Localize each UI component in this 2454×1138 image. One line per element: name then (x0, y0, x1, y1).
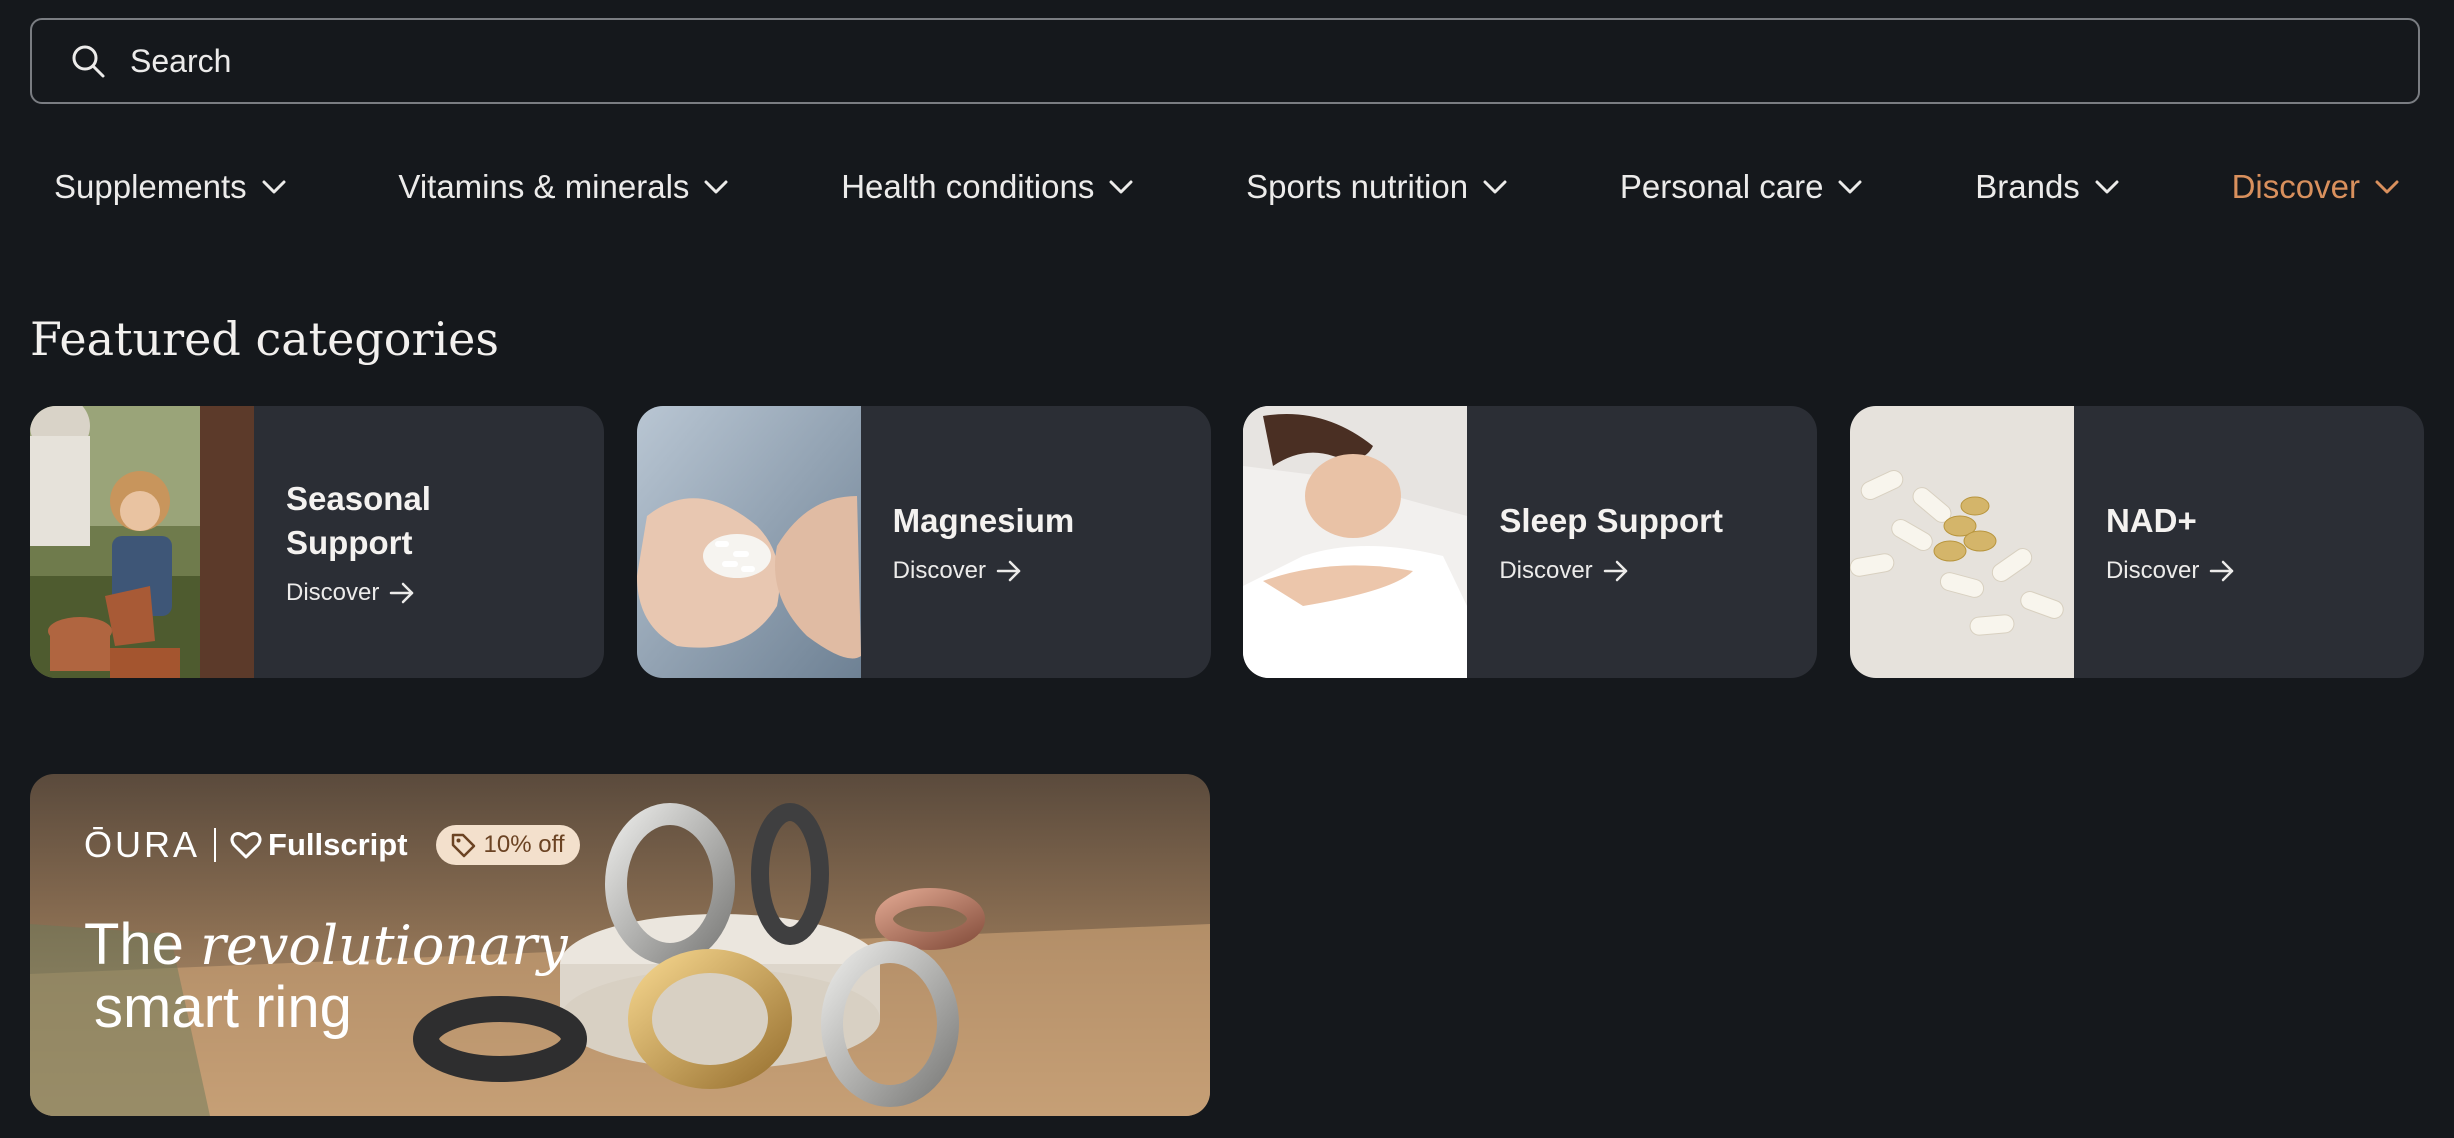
chevron-down-icon (1482, 174, 1508, 200)
headline-italic: revolutionary (200, 914, 568, 977)
discover-link[interactable]: Discover (1499, 557, 1799, 585)
card-title: Magnesium (892, 502, 1075, 539)
heart-icon (230, 831, 262, 859)
chevron-down-icon (2094, 174, 2120, 200)
chevron-down-icon (2374, 174, 2400, 200)
category-card-magnesium[interactable]: Magnesium Discover (636, 406, 1211, 678)
arrow-right-icon (389, 582, 415, 604)
nav-item-label: Personal care (1619, 168, 1824, 205)
page: Supplements Vitamins & minerals Health c… (0, 0, 2454, 1138)
chevron-down-icon (1837, 174, 1863, 200)
nav-item-brands[interactable]: Brands (1975, 168, 2120, 206)
card-title: NAD+ (2105, 502, 2197, 539)
discount-badge: 10% off (435, 825, 581, 865)
woman-sleeping-image (1243, 406, 1468, 678)
discover-link[interactable]: Discover (893, 557, 1193, 585)
card-title: Sleep Support (1499, 502, 1723, 539)
tag-icon (450, 832, 476, 858)
capsules-image (1849, 406, 2074, 678)
oura-promo-banner[interactable]: ŌURA Fullscript 10% off The revolutionar… (30, 774, 1210, 1116)
category-card-nad-plus[interactable]: NAD+ Discover (1849, 406, 2424, 678)
fullscript-label: Fullscript (268, 827, 408, 862)
card-body: Sleep Support Discover (1467, 406, 1799, 678)
nav-item-label: Discover (2231, 168, 2360, 205)
category-card-seasonal-support[interactable]: Seasonal Support Discover (30, 406, 604, 678)
nav-item-label: Health conditions (841, 168, 1095, 205)
badge-label: 10% off (483, 831, 565, 858)
chevron-down-icon (1108, 174, 1134, 200)
fullscript-logo: Fullscript (230, 827, 408, 863)
discover-link[interactable]: Discover (2106, 557, 2406, 585)
arrow-right-icon (1603, 560, 1629, 582)
discover-label: Discover (286, 579, 380, 606)
chevron-down-icon (703, 174, 729, 200)
card-body: Magnesium Discover (861, 406, 1193, 678)
nav-item-supplements[interactable]: Supplements (54, 168, 287, 206)
nav-item-health-conditions[interactable]: Health conditions (841, 168, 1134, 206)
headline-word: The (84, 912, 184, 977)
hands-holding-capsules-image (636, 406, 861, 678)
discover-label: Discover (1499, 557, 1593, 584)
nav-item-label: Brands (1975, 168, 2080, 205)
featured-category-cards: Seasonal Support Discover Magnesium Disc… (30, 406, 2424, 678)
search-bar[interactable] (30, 18, 2420, 104)
nav-item-sports-nutrition[interactable]: Sports nutrition (1246, 168, 1508, 206)
category-nav: Supplements Vitamins & minerals Health c… (54, 168, 2400, 206)
card-title: Seasonal Support (286, 480, 431, 561)
nav-item-vitamins-minerals[interactable]: Vitamins & minerals (398, 168, 729, 206)
nav-item-personal-care[interactable]: Personal care (1620, 168, 1864, 206)
family-gardening-image (30, 406, 254, 678)
nav-item-label: Supplements (54, 168, 247, 205)
brand-divider (214, 828, 217, 862)
section-title: Featured categories (30, 312, 500, 366)
nav-item-discover[interactable]: Discover (2232, 168, 2400, 206)
discover-link[interactable]: Discover (286, 579, 456, 607)
nav-item-label: Vitamins & minerals (398, 168, 690, 205)
card-body: NAD+ Discover (2074, 406, 2406, 678)
headline-line2: smart ring (94, 975, 352, 1040)
arrow-right-icon (2209, 560, 2235, 582)
discover-label: Discover (892, 557, 987, 584)
banner-headline: The revolutionary smart ring (84, 914, 568, 1039)
discover-label: Discover (2105, 557, 2200, 584)
arrow-right-icon (996, 560, 1022, 582)
oura-logo: ŌURA (84, 824, 201, 865)
card-body: Seasonal Support Discover (254, 406, 456, 678)
category-card-sleep-support[interactable]: Sleep Support Discover (1243, 406, 1818, 678)
search-input[interactable] (128, 30, 2418, 92)
nav-item-label: Sports nutrition (1246, 168, 1469, 205)
search-icon[interactable] (68, 41, 108, 81)
brand-row: ŌURA Fullscript 10% off (84, 824, 581, 866)
chevron-down-icon (261, 174, 287, 200)
